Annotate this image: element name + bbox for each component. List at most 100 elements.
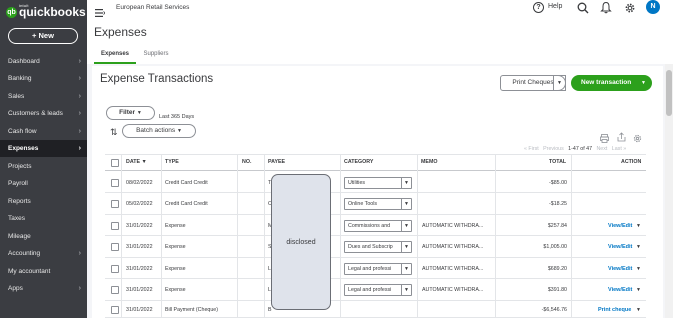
column-header-total[interactable]: TOTAL (549, 159, 566, 165)
sidebar-item-dashboard[interactable]: Dashboard › (0, 53, 87, 70)
sidebar-item-expenses[interactable]: Expenses › (0, 140, 87, 157)
row-checkbox[interactable] (111, 306, 119, 314)
scrollbar-track[interactable] (665, 64, 673, 318)
view-edit-link[interactable]: View/Edit (608, 223, 632, 229)
column-header-category[interactable]: CATEGORY (344, 159, 373, 165)
scrollbar-thumb[interactable] (666, 70, 672, 116)
sidebar-item-cash-flow[interactable]: Cash flow › (0, 123, 87, 140)
help-button[interactable]: ? Help (533, 1, 563, 15)
tab-suppliers[interactable]: Suppliers (139, 51, 173, 64)
category-select[interactable]: Online Tools ▼ (344, 198, 412, 210)
sidebar: qb intuit quickbooks + New Dashboard › Ban… (0, 0, 87, 318)
view-edit-link[interactable]: View/Edit (608, 287, 632, 293)
row-checkbox[interactable] (111, 265, 119, 273)
sidebar-item-label: Payroll (8, 180, 28, 187)
top-bar: European Retail Services ? Help N (87, 0, 673, 17)
user-avatar[interactable]: N (646, 0, 660, 14)
row-date: 08/02/2022 (126, 180, 153, 186)
sidebar-item-sales[interactable]: Sales › (0, 88, 87, 105)
chevron-right-icon: › (78, 250, 81, 257)
table-row[interactable]: 31/01/2022 Expense S Dues and Subscrip ▼ AUTO… (105, 236, 646, 258)
column-header-no[interactable]: NO. (242, 159, 251, 165)
table-row[interactable]: 31/01/2022 Expense L Legal and professi ▼ AUT… (105, 279, 646, 301)
column-header-type[interactable]: TYPE (165, 159, 179, 165)
pagination-previous[interactable]: Previous (543, 146, 564, 152)
category-select[interactable]: Legal and professi ▼ (344, 284, 412, 296)
company-name: European Retail Services (116, 4, 190, 11)
row-checkbox[interactable] (111, 286, 119, 294)
notification-bell-icon[interactable] (600, 1, 612, 14)
table-row[interactable]: 31/01/2022ExpenseMCommissions and▼AUTOMA… (105, 215, 646, 236)
hamburger-menu-icon[interactable] (95, 4, 106, 17)
table-row[interactable]: 08/02/2022 Credit Card Credit T Utilities ▼ -… (105, 172, 646, 193)
chevron-down-icon: ▼ (401, 178, 411, 188)
pagination-next[interactable]: Next (596, 146, 607, 152)
column-header-memo[interactable]: MEMO (421, 159, 437, 165)
chevron-down-icon: ▼ (641, 80, 646, 86)
column-divider (571, 154, 572, 318)
sidebar-item-reports[interactable]: Reports (0, 193, 87, 210)
table-row[interactable]: 31/01/2022 Bill Payment (Cheque) B -$6,546.… (105, 301, 646, 318)
print-icon[interactable] (600, 130, 609, 143)
table-row[interactable]: 05/02/2022 Credit Card Credit C Online Tool… (105, 193, 646, 215)
row-type: Credit Card Credit (165, 201, 208, 207)
row-checkbox[interactable] (111, 200, 119, 208)
sidebar-item-customers-leads[interactable]: Customers & leads › (0, 105, 87, 122)
print-cheque-link[interactable]: Print cheque (598, 307, 631, 313)
sidebar-item-projects[interactable]: Projects (0, 158, 87, 175)
column-header-payee[interactable]: PAYEE (268, 159, 285, 165)
settings-gear-icon[interactable] (633, 130, 642, 143)
row-type: Bill Payment (Cheque) (165, 307, 218, 313)
gear-icon[interactable] (624, 1, 636, 13)
row-date: 31/01/2022 (126, 244, 153, 250)
category-select[interactable]: Legal and professi ▼ (344, 263, 412, 275)
row-checkbox[interactable] (111, 222, 119, 230)
quickbooks-logo[interactable]: qb intuit quickbooks (6, 3, 86, 19)
tab-expenses[interactable]: Expenses (94, 51, 136, 64)
category-select[interactable]: Commissions and ▼ (344, 220, 412, 232)
view-edit-link[interactable]: View/Edit (608, 266, 632, 272)
row-type: Expense (165, 266, 186, 272)
row-checkbox[interactable] (111, 179, 119, 187)
action-dropdown-icon[interactable]: ▼ (636, 266, 641, 272)
help-label: Help (548, 3, 563, 10)
sidebar-item-banking[interactable]: Banking › (0, 70, 87, 87)
new-button[interactable]: + New (8, 28, 78, 44)
table-row[interactable]: 31/01/2022 Expense L Legal and professi ▼ AUT… (105, 258, 646, 279)
chevron-right-icon: › (78, 58, 81, 65)
sidebar-item-accounting[interactable]: Accounting › (0, 245, 87, 262)
pagination-first[interactable]: « First (524, 146, 539, 152)
sidebar-item-taxes[interactable]: Taxes (0, 210, 87, 227)
category-select[interactable]: Utilities ▼ (344, 177, 412, 189)
row-checkbox[interactable] (111, 243, 119, 251)
action-dropdown-icon[interactable]: ▼ (636, 244, 641, 250)
action-dropdown-icon[interactable]: ▼ (636, 223, 641, 229)
sidebar-item-payroll[interactable]: Payroll (0, 175, 87, 192)
category-value: Legal and professi (348, 266, 392, 272)
help-icon: ? (533, 2, 544, 13)
row-type: Expense (165, 244, 186, 250)
row-total: $391.80 (547, 287, 567, 293)
action-dropdown-icon[interactable]: ▼ (636, 287, 641, 293)
batch-actions-button[interactable]: Batch actions ▼ (122, 124, 196, 138)
pagination-last[interactable]: Last » (612, 146, 626, 152)
chevron-right-icon: › (78, 93, 81, 100)
column-header-action: ACTION (621, 159, 642, 165)
action-dropdown-icon[interactable]: ▼ (636, 307, 641, 313)
column-divider (264, 154, 265, 318)
column-header-date[interactable]: DATE ▼ (126, 159, 147, 165)
category-select[interactable]: Dues and Subscrip ▼ (344, 241, 412, 253)
search-icon[interactable] (577, 1, 589, 14)
filter-button[interactable]: Filter ▼ (106, 106, 155, 120)
sidebar-item-apps[interactable]: Apps › (0, 280, 87, 297)
pagination: « First Previous 1-47 of 47 Next Last » (524, 146, 626, 152)
batch-actions-label: Batch actions (136, 127, 176, 134)
sidebar-item-my-accountant[interactable]: My accountant (0, 263, 87, 280)
new-transaction-button[interactable]: New transaction ▼ (571, 75, 652, 91)
export-icon[interactable] (617, 129, 626, 142)
sort-arrows-icon[interactable]: ⇅ (110, 127, 118, 138)
sidebar-item-mileage[interactable]: Mileage (0, 228, 87, 245)
select-all-checkbox[interactable] (111, 159, 119, 167)
view-edit-link[interactable]: View/Edit (608, 244, 632, 250)
row-total: -$6,546.76 (541, 307, 567, 313)
